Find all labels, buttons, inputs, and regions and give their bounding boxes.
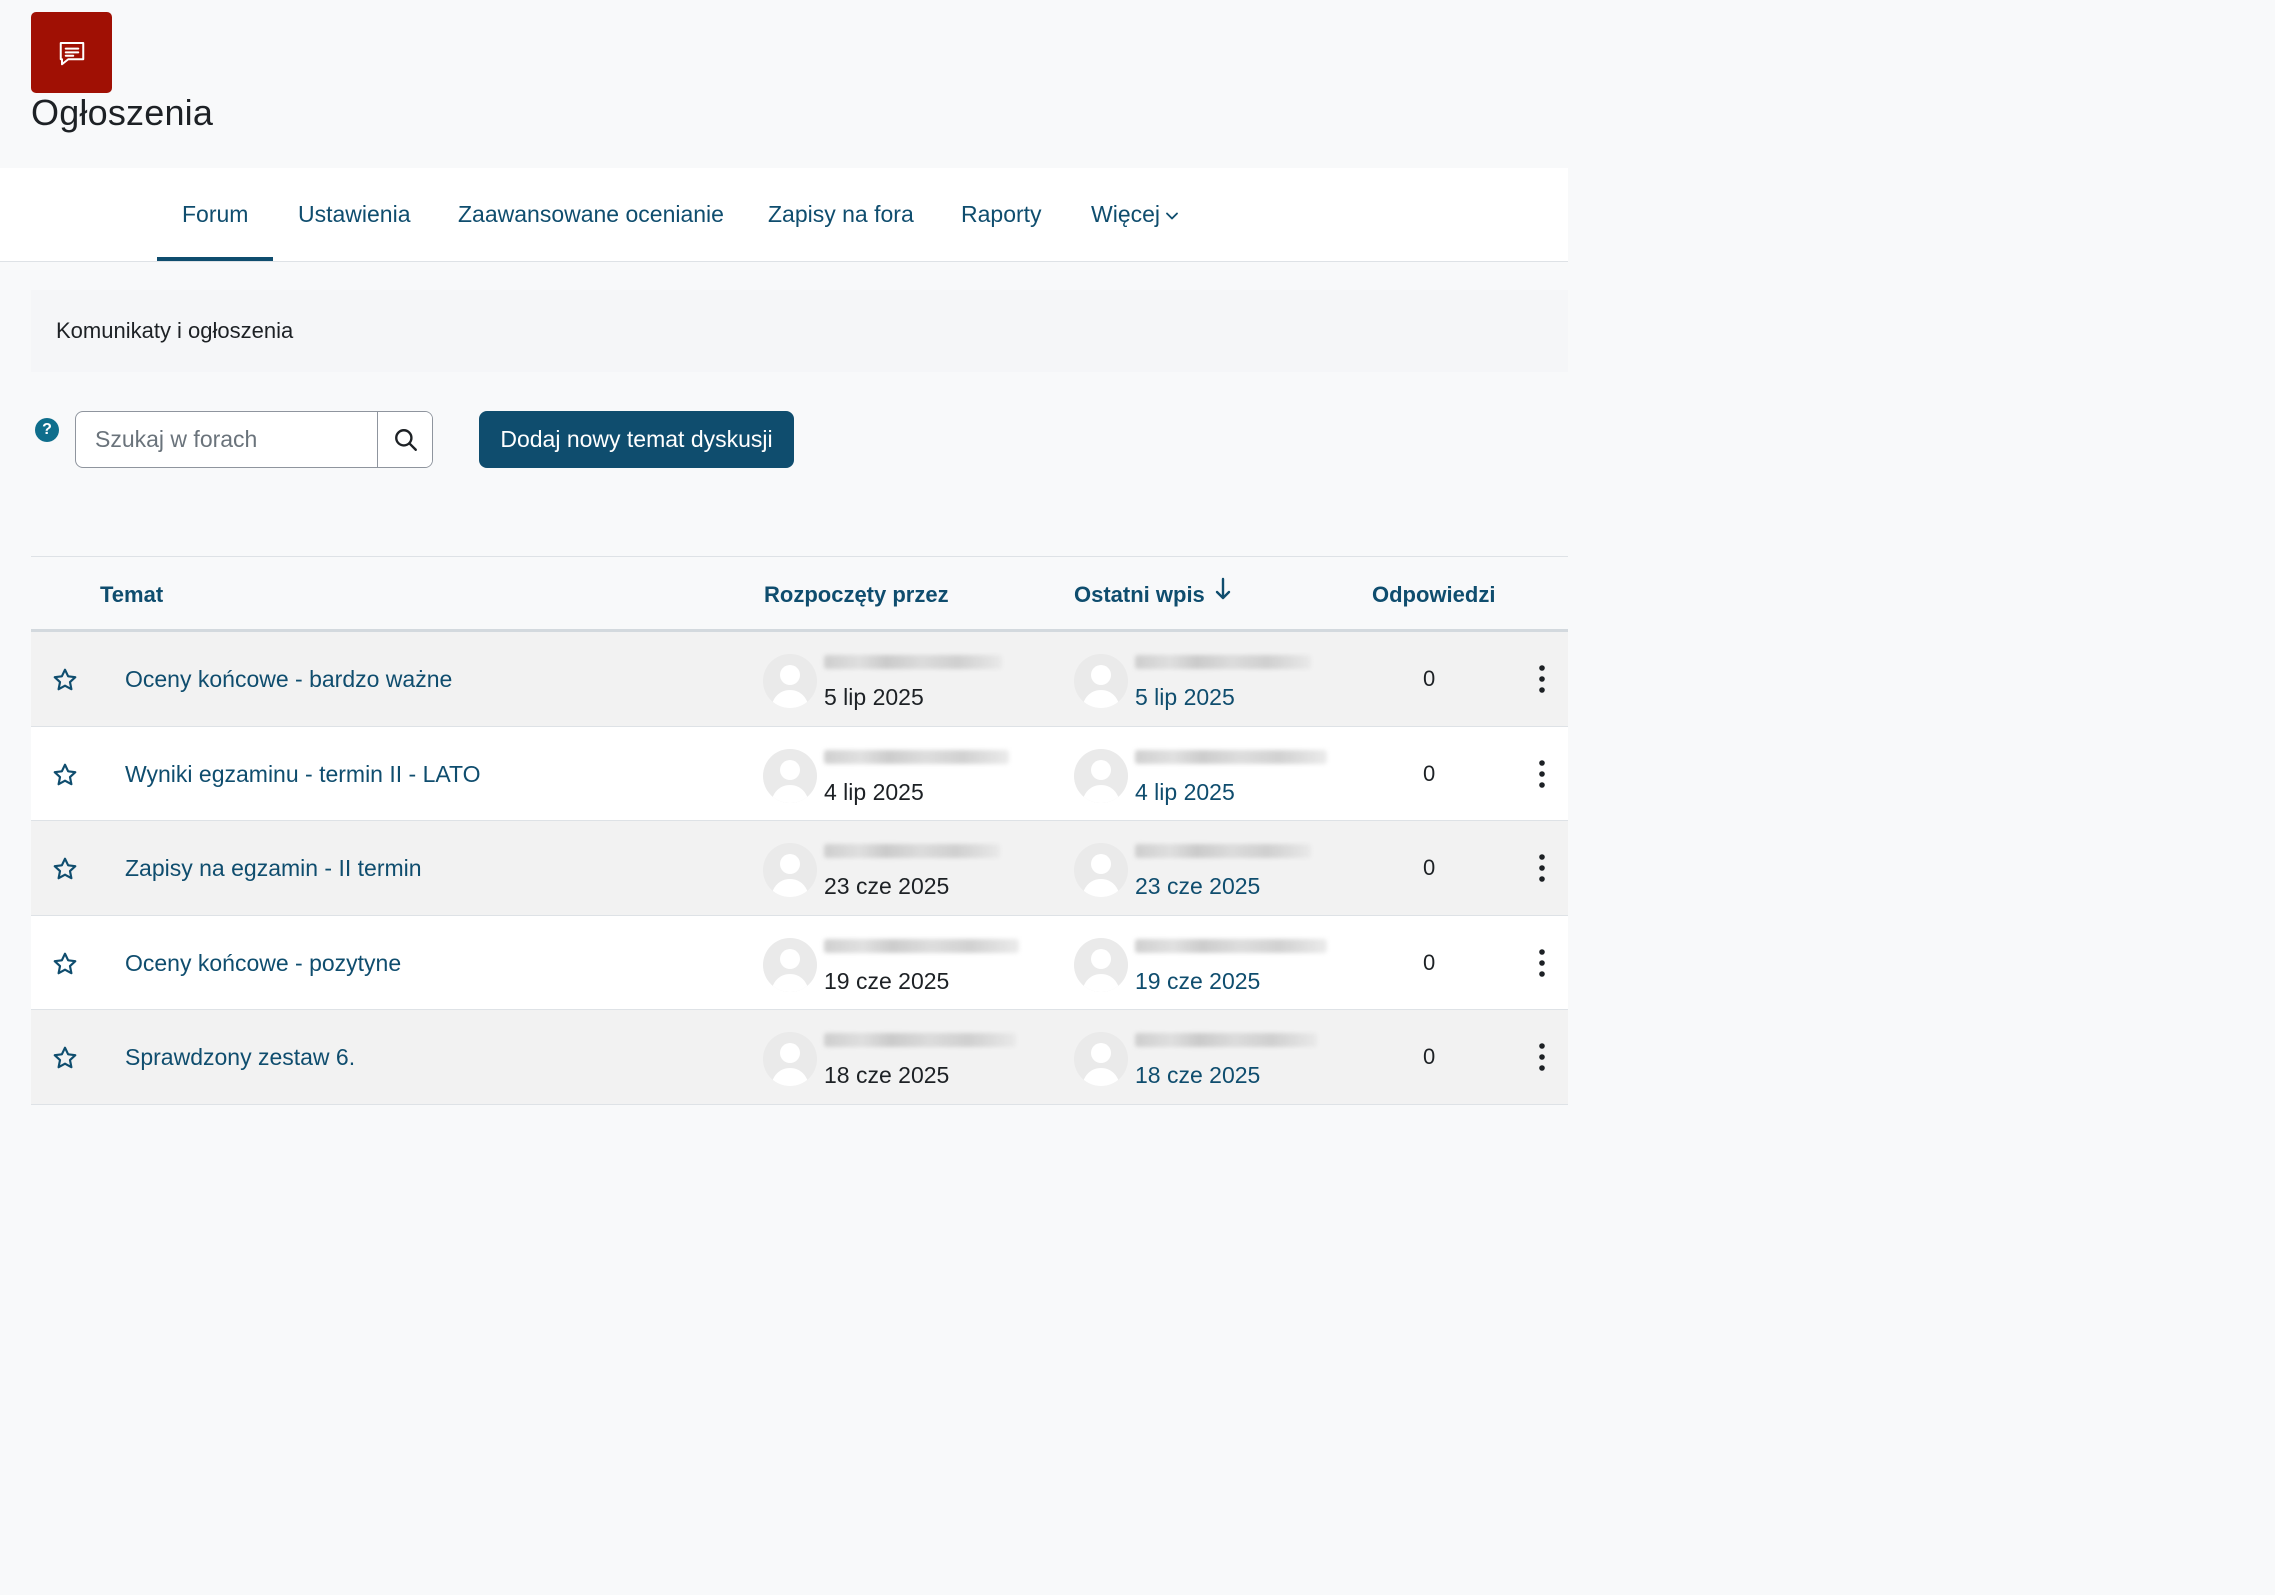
page-title: Ogłoszenia	[31, 92, 214, 133]
column-topic[interactable]: Temat	[100, 557, 163, 633]
tab-more-label: Więcej	[1091, 201, 1161, 227]
table-header: Temat Rozpoczęty przez Ostatni wpis Odpo…	[31, 556, 1568, 632]
kebab-menu-icon[interactable]	[1536, 1041, 1548, 1073]
star-icon[interactable]	[52, 951, 78, 977]
topic-link[interactable]: Sprawdzony zestaw 6.	[125, 1010, 355, 1104]
avatar[interactable]	[1074, 843, 1128, 897]
last-poster-name-redacted	[1135, 844, 1311, 858]
page-header: Ogłoszenia	[0, 0, 1568, 168]
author-name-redacted	[824, 844, 1000, 858]
started-date: 5 lip 2025	[824, 684, 924, 710]
last-post-date[interactable]: 23 cze 2025	[1135, 871, 1260, 901]
discussion-list: Temat Rozpoczęty przez Ostatni wpis Odpo…	[31, 556, 1568, 1105]
topic-link[interactable]: Oceny końcowe - bardzo ważne	[125, 632, 452, 726]
sort-descending-icon	[1215, 556, 1231, 632]
replies-count: 0	[1423, 760, 1436, 786]
replies-count: 0	[1423, 1044, 1436, 1069]
replies-count: 0	[1423, 666, 1436, 691]
tab-forum[interactable]: Forum	[156, 168, 275, 261]
last-post-date[interactable]: 5 lip 2025	[1135, 682, 1235, 712]
column-last-post-label: Ostatni wpis	[1074, 582, 1205, 607]
tab-advanced-grading[interactable]: Zaawansowane ocenianie	[458, 168, 724, 261]
author-name-redacted	[824, 655, 1002, 669]
last-poster-name-redacted	[1135, 655, 1311, 669]
last-post-date[interactable]: 18 cze 2025	[1135, 1060, 1260, 1090]
author-name-redacted	[824, 938, 1019, 953]
table-row: Oceny końcowe - bardzo ważne 5 lip 2025 …	[31, 632, 1568, 727]
column-started-by[interactable]: Rozpoczęty przez	[764, 557, 949, 633]
author-name-redacted	[824, 1033, 1016, 1047]
started-date: 4 lip 2025	[824, 778, 924, 805]
avatar[interactable]	[1074, 1032, 1128, 1086]
avatar[interactable]	[1074, 748, 1128, 803]
last-poster-name-redacted	[1135, 749, 1327, 764]
help-icon[interactable]: ?	[35, 418, 59, 442]
forum-description: Komunikaty i ogłoszenia	[31, 290, 1568, 372]
avatar[interactable]	[1074, 937, 1128, 992]
kebab-menu-icon[interactable]	[1536, 663, 1548, 695]
topic-link[interactable]: Zapisy na egzamin - II termin	[125, 821, 422, 915]
author-name-redacted	[824, 749, 1009, 764]
table-row: Sprawdzony zestaw 6. 18 cze 2025 18 cze …	[31, 1010, 1568, 1105]
tab-reports[interactable]: Raporty	[961, 168, 1042, 261]
replies-count: 0	[1423, 949, 1436, 975]
forum-icon	[31, 12, 112, 93]
kebab-menu-icon[interactable]	[1536, 947, 1548, 979]
search-button[interactable]	[377, 412, 432, 467]
tab-settings[interactable]: Ustawienia	[298, 168, 411, 261]
topic-link[interactable]: Wyniki egzaminu - termin II - LATO	[125, 727, 481, 821]
secondary-navigation: Forum Ustawienia Zaawansowane ocenianie …	[0, 168, 1568, 262]
avatar[interactable]	[763, 937, 817, 992]
last-post-date[interactable]: 19 cze 2025	[1135, 966, 1260, 996]
started-date: 23 cze 2025	[824, 873, 950, 899]
chevron-down-icon	[1166, 166, 1178, 259]
started-date: 19 cze 2025	[824, 967, 950, 994]
avatar[interactable]	[763, 654, 817, 708]
search-icon	[394, 428, 417, 451]
avatar[interactable]	[763, 843, 817, 897]
search-box	[75, 411, 433, 468]
table-row: Zapisy na egzamin - II termin 23 cze 202…	[31, 821, 1568, 916]
avatar[interactable]	[1074, 654, 1128, 708]
star-icon[interactable]	[52, 667, 78, 693]
star-icon[interactable]	[52, 1045, 78, 1071]
tab-subscriptions[interactable]: Zapisy na fora	[768, 168, 914, 261]
topic-link[interactable]: Oceny końcowe - pozytyne	[125, 916, 401, 1010]
tab-more[interactable]: Więcej	[1091, 168, 1178, 261]
table-row: Wyniki egzaminu - termin II - LATO 4 lip…	[31, 726, 1568, 821]
star-icon[interactable]	[52, 762, 78, 788]
replies-count: 0	[1423, 855, 1436, 880]
column-replies[interactable]: Odpowiedzi	[1372, 557, 1495, 633]
avatar[interactable]	[763, 1032, 817, 1086]
column-last-post[interactable]: Ostatni wpis	[1074, 557, 1231, 634]
started-date: 18 cze 2025	[824, 1062, 950, 1088]
forum-description-text: Komunikaty i ogłoszenia	[56, 318, 294, 343]
avatar[interactable]	[763, 748, 817, 803]
last-poster-name-redacted	[1135, 938, 1327, 953]
last-poster-name-redacted	[1135, 1033, 1317, 1047]
star-icon[interactable]	[52, 856, 78, 882]
search-input[interactable]	[76, 412, 377, 467]
kebab-menu-icon[interactable]	[1536, 758, 1548, 790]
table-row: Oceny końcowe - pozytyne 19 cze 2025 19 …	[31, 915, 1568, 1010]
add-discussion-button[interactable]: Dodaj nowy temat dyskusji	[479, 411, 794, 468]
kebab-menu-icon[interactable]	[1536, 852, 1548, 884]
last-post-date[interactable]: 4 lip 2025	[1135, 777, 1235, 807]
